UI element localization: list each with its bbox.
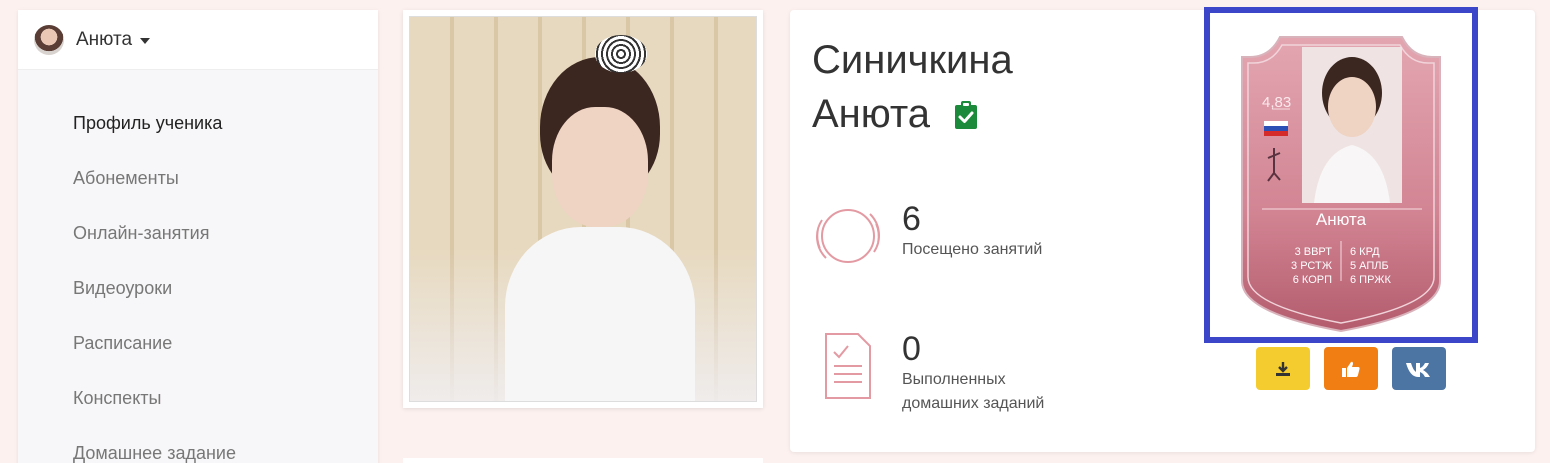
thumbs-up-icon (1342, 361, 1360, 377)
clipboard-check-icon (955, 100, 978, 129)
vk-share-button[interactable] (1392, 347, 1446, 390)
profile-photo (409, 16, 757, 402)
sidebar-menu: Профиль ученика Абонементы Онлайн-заняти… (18, 70, 378, 463)
download-button[interactable] (1256, 347, 1310, 390)
user-menu-toggle[interactable]: Анюта (18, 10, 378, 70)
player-card[interactable]: 4,83 Анюта 3 ВВРТ 3 РСТЖ 6 КОРП 6 КРД 5 … (1204, 7, 1478, 343)
sidebar-item-notes[interactable]: Конспекты (18, 371, 378, 426)
card-player-name: Анюта (1316, 210, 1367, 229)
sidebar-item-schedule[interactable]: Расписание (18, 316, 378, 371)
vk-icon (1406, 362, 1430, 377)
sidebar-item-subscriptions[interactable]: Абонементы (18, 151, 378, 206)
user-name: Анюта (76, 28, 133, 50)
student-last-name: Синичкина (812, 38, 1013, 82)
card-stat-left-1: 3 ВВРТ (1295, 246, 1333, 258)
secondary-card (403, 458, 763, 463)
like-button[interactable] (1324, 347, 1378, 390)
profile-photo-card (403, 10, 763, 408)
sidebar-item-online-classes[interactable]: Онлайн-занятия (18, 206, 378, 261)
student-first-name-row: Анюта (812, 92, 978, 137)
stat-homework: 0 Выполненных домашних заданий (812, 330, 1082, 416)
document-check-icon (825, 333, 871, 399)
card-stat-right-1: 6 КРД (1350, 246, 1380, 258)
download-icon (1276, 361, 1290, 376)
sidebar-item-profile[interactable]: Профиль ученика (18, 96, 378, 151)
stat-visited-classes: 6 Посещено занятий (812, 200, 1042, 272)
visited-count: 6 (902, 200, 921, 238)
card-stat-right-3: 6 ПРЖК (1350, 274, 1391, 286)
student-first-name: Анюта (812, 92, 931, 136)
sidebar-item-homework[interactable]: Домашнее задание (18, 426, 378, 463)
card-stat-left-3: 6 КОРП (1293, 274, 1332, 286)
homework-label: Выполненных домашних заданий (902, 371, 1045, 412)
sidebar-item-video-lessons[interactable]: Видеоуроки (18, 261, 378, 316)
share-buttons (1256, 347, 1446, 390)
homework-count: 0 (902, 330, 921, 368)
card-rating: 4,83 (1262, 94, 1291, 111)
circle-progress-icon (816, 209, 880, 263)
sidebar: Анюта Профиль ученика Абонементы Онлайн-… (18, 10, 378, 463)
visited-label: Посещено занятий (902, 241, 1043, 258)
card-stat-right-2: 5 АПЛБ (1350, 260, 1389, 272)
card-stat-left-2: 3 РСТЖ (1291, 260, 1332, 272)
avatar (34, 24, 64, 55)
caret-down-icon (140, 37, 151, 44)
